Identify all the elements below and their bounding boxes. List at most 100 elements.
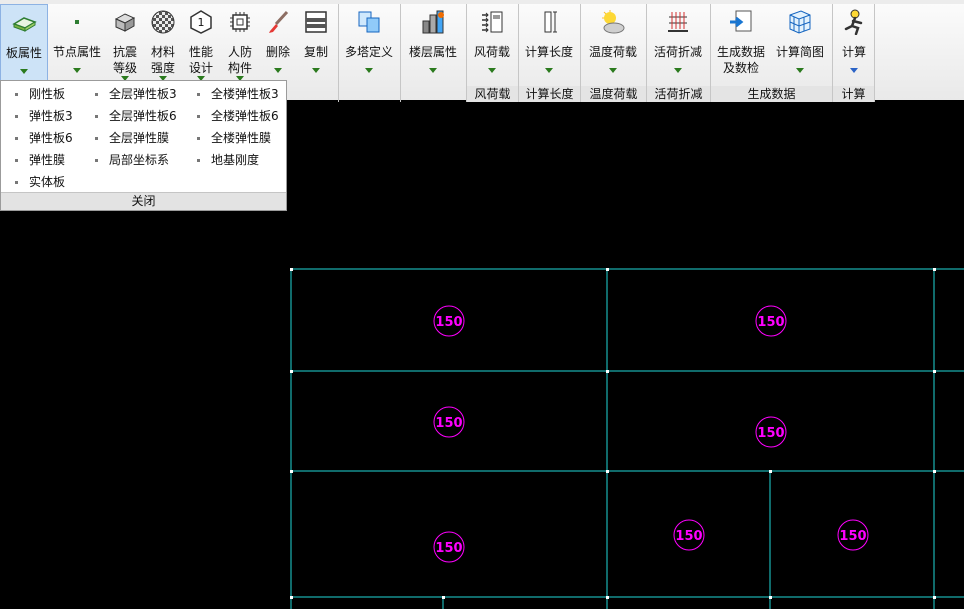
chevron-down-icon	[365, 68, 373, 73]
calc-length-button[interactable]: 计算长度	[520, 4, 578, 82]
calculate-icon	[844, 9, 863, 35]
chevron-down-icon	[674, 68, 682, 73]
multi-tower-icon	[358, 11, 380, 33]
ribbon-separator	[400, 4, 401, 102]
material-strength-button[interactable]: 材料 强度	[144, 4, 182, 82]
drawing-canvas[interactable]: 150 150 150 150 150 150 150	[0, 100, 964, 609]
svg-text:1: 1	[198, 16, 205, 29]
grid-node	[606, 596, 609, 599]
grid-node	[769, 470, 772, 473]
grid-node	[933, 268, 936, 271]
temperature-icon	[602, 10, 625, 34]
bullet-icon	[15, 93, 18, 96]
calc-diagram-button[interactable]: 计算简图	[770, 4, 830, 82]
chevron-down-icon	[429, 68, 437, 73]
wind-load-button[interactable]: 风荷载	[468, 4, 516, 82]
bullet-icon	[95, 93, 98, 96]
svg-text:150: 150	[675, 529, 702, 544]
performance-design-button[interactable]: 1 性能 设计	[182, 4, 220, 82]
slab-thickness-label: 150	[433, 531, 465, 563]
grid-lines	[290, 268, 964, 609]
live-reduce-label: 活荷折减	[653, 45, 702, 59]
node-props-button[interactable]: 节点属性	[50, 4, 104, 82]
multi-tower-button[interactable]: 多塔定义	[340, 4, 398, 82]
chevron-down-icon	[274, 68, 282, 73]
grid-node	[933, 596, 936, 599]
civil-defense-button[interactable]: 人防 构件	[220, 4, 260, 82]
chevron-down-icon	[20, 69, 28, 74]
temperature-label: 温度荷载	[588, 45, 637, 59]
svg-text:150: 150	[839, 529, 866, 544]
chevron-down-icon	[488, 68, 496, 73]
svg-text:150: 150	[435, 416, 462, 431]
calc-diagram-icon	[789, 10, 811, 34]
grid-node	[606, 268, 609, 271]
slab-thickness-label: 150	[433, 305, 465, 337]
svg-text:150: 150	[757, 315, 784, 330]
chevron-down-icon	[312, 68, 320, 73]
slab-thickness-label: 150	[755, 416, 787, 448]
grid-node	[290, 268, 293, 271]
slab-thickness-label: 150	[755, 305, 787, 337]
ribbon-separator	[874, 4, 875, 102]
calc-diagram-label: 计算简图	[775, 45, 824, 59]
multi-tower-label: 多塔定义	[344, 45, 393, 59]
live-reduce-icon	[668, 12, 688, 32]
svg-text:150: 150	[757, 426, 784, 441]
seismic-grade-label: 抗震 等级	[112, 45, 137, 75]
delete-label: 删除	[265, 45, 290, 59]
material-strength-label: 材料 强度	[150, 45, 175, 75]
copy-label: 复制	[303, 45, 328, 59]
temperature-button[interactable]: 温度荷载	[582, 4, 644, 82]
generate-data-label: 生成数据 及数检	[716, 45, 765, 75]
live-reduce-button[interactable]: 活荷折减	[648, 4, 708, 82]
grid-node	[933, 470, 936, 473]
slab-props-button[interactable]: 板属性	[0, 4, 48, 82]
civil-defense-icon	[230, 12, 250, 32]
calc-length-icon	[544, 11, 557, 33]
svg-text:150: 150	[435, 315, 462, 330]
seismic-grade-button[interactable]: 抗震 等级	[106, 4, 144, 82]
delete-button[interactable]: 删除	[260, 4, 296, 82]
svg-text:150: 150	[435, 541, 462, 556]
node-icon	[75, 20, 79, 24]
performance-design-icon: 1	[190, 10, 212, 34]
slab-labels: 150 150 150 150 150 150 150	[433, 305, 869, 563]
delete-icon	[269, 10, 289, 33]
slab-thickness-label: 150	[673, 519, 705, 551]
calc-length-label: 计算长度	[524, 45, 573, 59]
grid-nodes	[290, 268, 936, 599]
floor-props-button[interactable]: 楼层属性	[402, 4, 464, 82]
node-props-label: 节点属性	[52, 45, 101, 59]
floor-props-label: 楼层属性	[408, 45, 457, 59]
floor-props-icon	[422, 10, 444, 34]
copy-button[interactable]: 复制	[296, 4, 336, 82]
chevron-down-icon	[545, 68, 553, 73]
grid-node	[606, 470, 609, 473]
slab-props-label: 板属性	[5, 46, 42, 60]
grid-node	[290, 596, 293, 599]
copy-icon	[305, 11, 327, 33]
grid-node	[933, 370, 936, 373]
performance-design-label: 性能 设计	[188, 45, 213, 75]
slab-thickness-label: 150	[433, 406, 465, 438]
generate-data-button[interactable]: 生成数据 及数检	[712, 4, 770, 82]
slab-icon	[12, 17, 37, 32]
grid-node	[290, 470, 293, 473]
grid-node	[606, 370, 609, 373]
calculate-button[interactable]: 计算	[834, 4, 874, 82]
ribbon-separator	[338, 4, 339, 102]
grid-node	[442, 596, 445, 599]
seismic-grade-icon	[114, 13, 136, 32]
material-strength-icon	[151, 10, 175, 34]
chevron-down-icon	[850, 68, 858, 73]
wind-load-label: 风荷载	[473, 45, 510, 59]
wind-load-icon	[482, 11, 503, 33]
chevron-down-icon	[609, 68, 617, 73]
bullet-icon	[197, 93, 200, 96]
calculate-label: 计算	[841, 45, 866, 59]
chevron-down-icon	[796, 68, 804, 73]
grid-node	[769, 596, 772, 599]
slab-thickness-label: 150	[837, 519, 869, 551]
generate-data-icon	[730, 10, 752, 32]
